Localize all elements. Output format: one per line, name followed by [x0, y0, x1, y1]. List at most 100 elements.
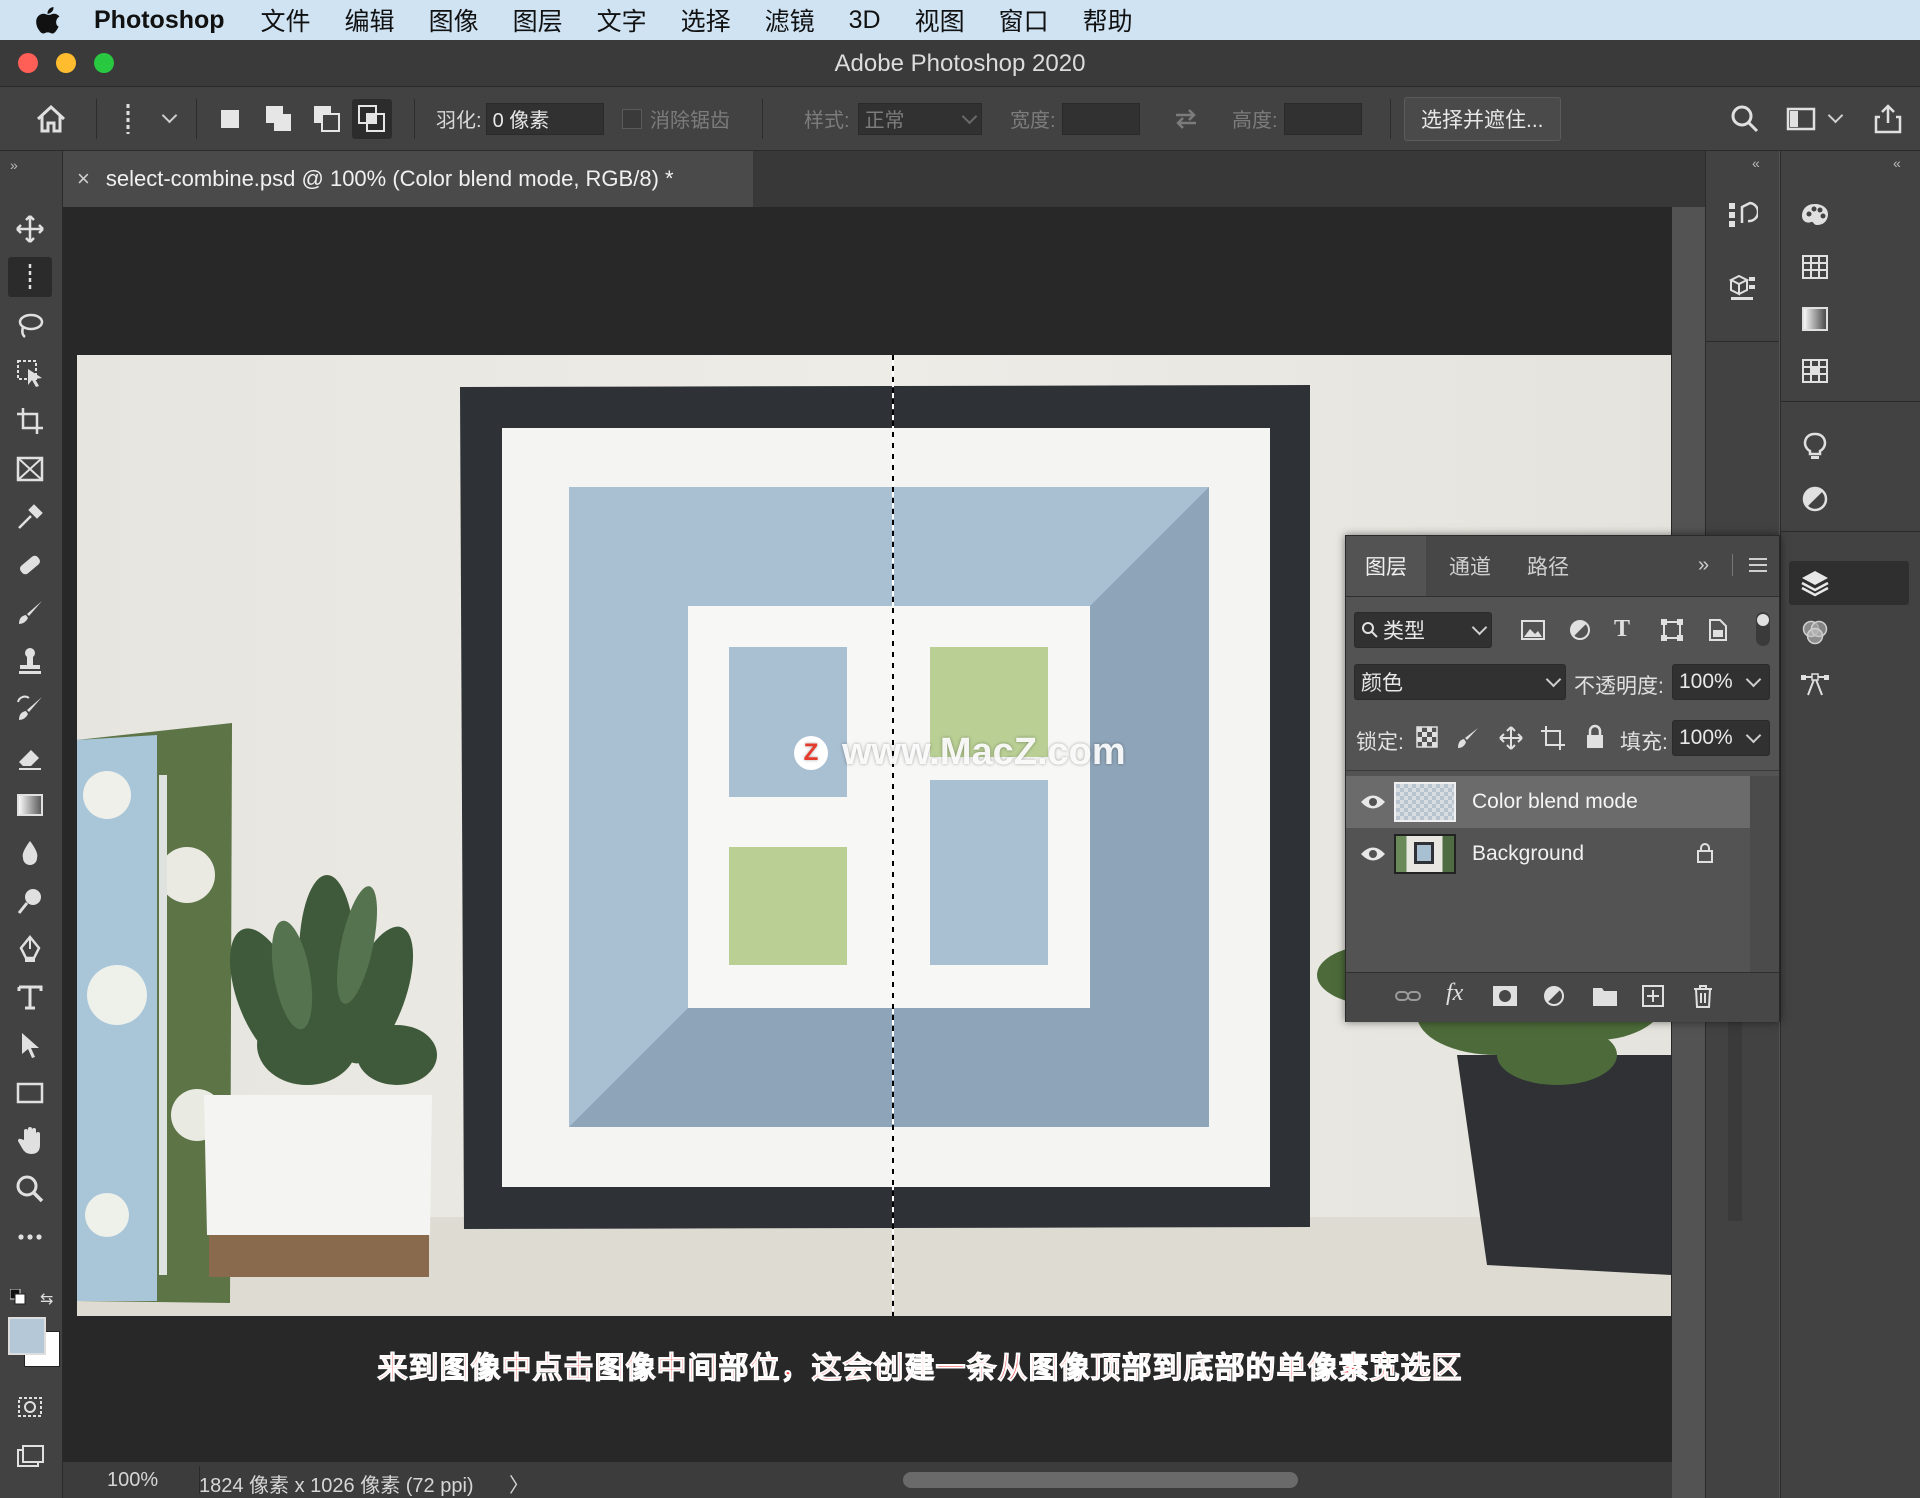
add-to-selection-button[interactable] — [264, 87, 294, 150]
healing-brush-tool[interactable] — [8, 545, 52, 585]
filter-shape-layers-button[interactable] — [1660, 618, 1684, 648]
new-group-button[interactable] — [1592, 985, 1618, 1013]
swap-width-height-button[interactable] — [1172, 87, 1200, 150]
tab-paths[interactable]: 路径 — [1508, 536, 1588, 596]
history-brush-tool[interactable] — [8, 689, 52, 729]
menu-filter[interactable]: 滤镜 — [765, 2, 815, 38]
add-mask-button[interactable] — [1492, 985, 1518, 1013]
opacity-input[interactable]: 100% — [1672, 664, 1770, 700]
document-tab[interactable]: × select-combine.psd @ 100% (Color blend… — [63, 151, 753, 207]
subtract-from-selection-button[interactable] — [312, 87, 342, 150]
blend-mode-select[interactable]: 颜色 — [1354, 664, 1566, 700]
single-column-marquee-tool[interactable] — [8, 257, 52, 297]
3d-panel-button[interactable] — [1722, 267, 1762, 307]
frame-tool[interactable] — [8, 449, 52, 489]
filter-type-layers-icon[interactable]: T — [1614, 616, 1630, 643]
filter-smart-objects-button[interactable] — [1706, 618, 1728, 648]
swatches-panel-button[interactable] — [1795, 247, 1835, 287]
screen-mode-button[interactable] — [8, 1437, 52, 1477]
layer-filter-select[interactable]: 类型 — [1354, 612, 1492, 648]
layer-row[interactable]: Color blend mode — [1346, 776, 1750, 828]
menu-3d[interactable]: 3D — [849, 6, 881, 35]
new-adjustment-layer-button[interactable] — [1542, 984, 1568, 1016]
tab-layers[interactable]: 图层 — [1346, 536, 1426, 596]
height-input[interactable] — [1283, 102, 1362, 135]
panel-menu-icon[interactable] — [1748, 556, 1768, 580]
channels-panel-button[interactable] — [1795, 613, 1835, 653]
eye-icon[interactable] — [1360, 793, 1386, 811]
patterns-panel-button[interactable] — [1795, 351, 1835, 391]
style-select[interactable]: 正常 — [857, 102, 982, 135]
rectangle-tool[interactable] — [8, 1073, 52, 1113]
clone-stamp-tool[interactable] — [8, 641, 52, 681]
lock-position-button[interactable] — [1498, 725, 1524, 757]
move-tool[interactable] — [8, 209, 52, 249]
layer-name[interactable]: Background — [1472, 842, 1584, 866]
apple-icon[interactable] — [36, 6, 64, 34]
tool-preset-picker[interactable] — [118, 87, 178, 150]
history-panel-button[interactable] — [1722, 195, 1762, 235]
layers-scrollbar[interactable] — [1750, 776, 1779, 972]
crop-tool[interactable] — [8, 401, 52, 441]
collapse-panels-icon[interactable]: « — [1893, 155, 1901, 171]
filter-toggle[interactable] — [1756, 612, 1770, 646]
width-input[interactable] — [1061, 102, 1140, 135]
eye-icon[interactable] — [1360, 845, 1386, 863]
eyedropper-tool[interactable] — [8, 497, 52, 537]
path-selection-tool[interactable] — [8, 1025, 52, 1065]
lock-transparent-pixels-button[interactable] — [1416, 726, 1438, 754]
menu-type[interactable]: 文字 — [597, 2, 647, 38]
intersect-selection-button[interactable] — [352, 87, 392, 150]
swap-colors-icon[interactable]: ⇆ — [40, 1289, 53, 1309]
quick-mask-button[interactable] — [8, 1387, 52, 1427]
feather-input[interactable]: 0 像素 — [485, 102, 604, 135]
pen-tool[interactable] — [8, 929, 52, 969]
new-layer-button[interactable] — [1642, 985, 1664, 1013]
gradient-tool[interactable] — [8, 785, 52, 825]
dock-scroll-track[interactable] — [1728, 1021, 1742, 1221]
workspace-switcher[interactable] — [1786, 87, 1844, 150]
lock-image-pixels-button[interactable] — [1456, 726, 1480, 756]
menu-file[interactable]: 文件 — [261, 2, 311, 38]
type-tool[interactable] — [8, 977, 52, 1017]
learn-panel-button[interactable] — [1795, 427, 1835, 467]
home-button[interactable] — [34, 87, 68, 150]
delete-layer-button[interactable] — [1692, 984, 1714, 1014]
paths-panel-button[interactable] — [1795, 665, 1835, 705]
horizontal-scrollbar[interactable] — [903, 1472, 1298, 1488]
layer-style-fx-icon[interactable]: fx — [1446, 980, 1463, 1007]
blur-tool[interactable] — [8, 833, 52, 873]
hand-tool[interactable] — [8, 1121, 52, 1161]
doc-info-menu-arrow[interactable]: 〉 — [509, 1469, 529, 1498]
eraser-tool[interactable] — [8, 737, 52, 777]
lock-artboard-button[interactable] — [1540, 725, 1566, 757]
lock-all-button[interactable] — [1584, 724, 1606, 756]
collapse-panels-icon[interactable]: « — [1752, 155, 1760, 171]
menu-help[interactable]: 帮助 — [1083, 2, 1133, 38]
layer-name[interactable]: Color blend mode — [1472, 790, 1638, 814]
zoom-tool[interactable] — [8, 1169, 52, 1209]
filter-adjustment-layers-button[interactable] — [1568, 618, 1592, 648]
search-button[interactable] — [1730, 87, 1760, 150]
link-layers-button[interactable] — [1394, 986, 1422, 1012]
dodge-tool[interactable] — [8, 881, 52, 921]
collapse-panel-icon[interactable]: » — [1698, 554, 1709, 577]
menu-edit[interactable]: 编辑 — [345, 2, 395, 38]
menu-layer[interactable]: 图层 — [513, 2, 563, 38]
menu-image[interactable]: 图像 — [429, 2, 479, 38]
antialias-checkbox[interactable]: 消除锯齿 — [622, 87, 730, 150]
lasso-tool[interactable] — [8, 305, 52, 345]
adjustments-panel-button[interactable] — [1795, 479, 1835, 519]
filter-pixel-layers-button[interactable] — [1520, 618, 1546, 648]
object-select-tool[interactable] — [8, 353, 52, 393]
layers-panel-button[interactable] — [1789, 561, 1909, 605]
menu-window[interactable]: 窗口 — [999, 2, 1049, 38]
default-colors-icon[interactable] — [9, 1288, 26, 1310]
share-button[interactable] — [1872, 87, 1904, 150]
menu-photoshop[interactable]: Photoshop — [94, 6, 225, 35]
menu-select[interactable]: 选择 — [681, 2, 731, 38]
color-panel-button[interactable] — [1795, 195, 1835, 235]
brush-tool[interactable] — [8, 593, 52, 633]
tab-channels[interactable]: 通道 — [1432, 536, 1508, 596]
gradients-panel-button[interactable] — [1795, 299, 1835, 339]
